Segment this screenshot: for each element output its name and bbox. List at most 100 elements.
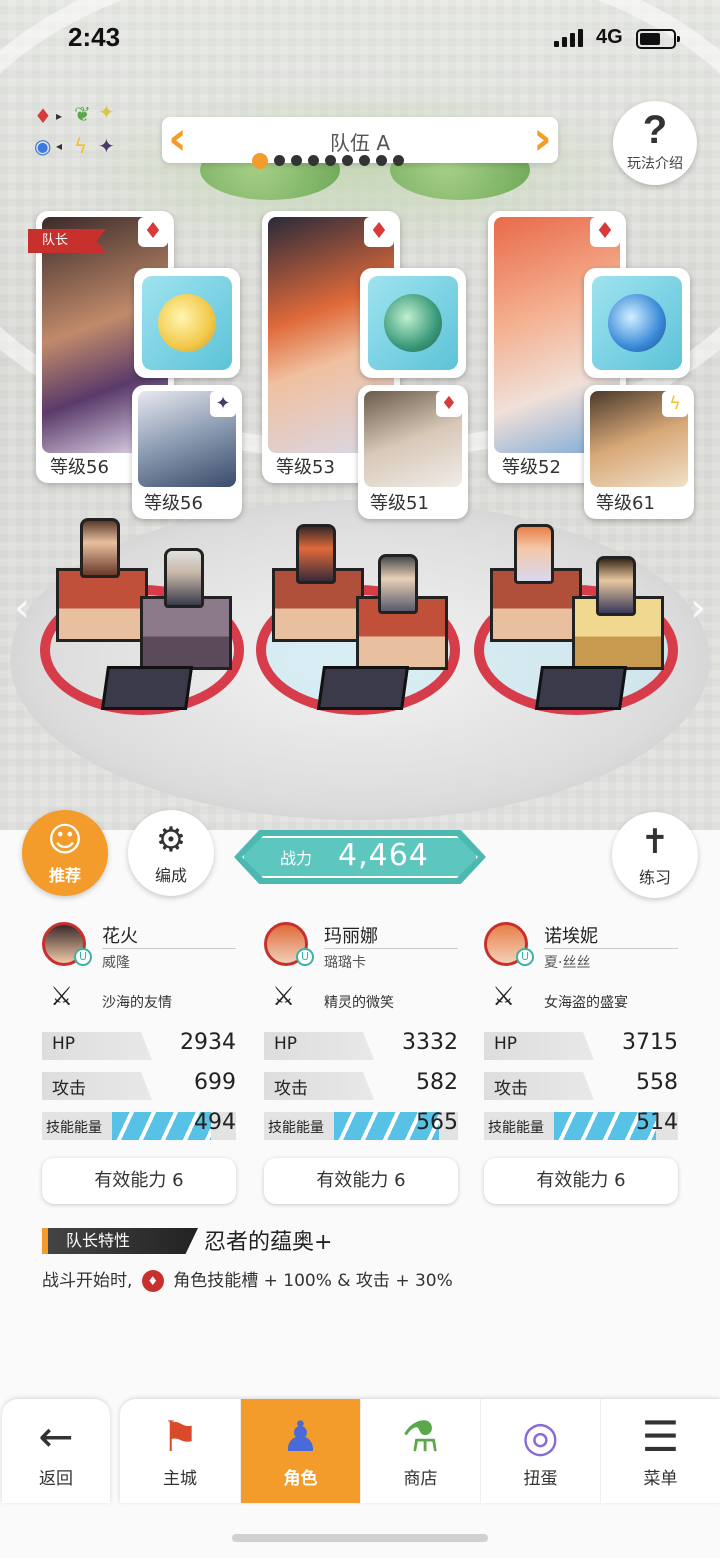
treasure-name: 沙海的友情 (102, 995, 172, 1011)
tab-gacha[interactable]: ◎ 扭蛋 (480, 1399, 600, 1503)
page-dot[interactable] (393, 155, 404, 166)
energy-label: 技能能量 (268, 1120, 324, 1136)
red-gem-icon: ♦ (141, 1270, 164, 1292)
next-team-chevron-icon[interactable]: › (533, 115, 552, 161)
divider (102, 948, 236, 949)
arrow-icon: ◂ (56, 139, 63, 153)
sub-hero-card[interactable]: ϟ 等级61 (584, 385, 694, 519)
energy-value: 494 (194, 1110, 236, 1135)
hp-label: HP (494, 1034, 518, 1054)
treasure-name: 精灵的微笑 (324, 995, 394, 1011)
tab-shop[interactable]: ⚗ 商店 (360, 1399, 480, 1503)
character-icon: ♟ (281, 1412, 320, 1461)
thumbs-up-icon: ☺ (47, 820, 83, 860)
tab-character[interactable]: ♟ 角色 (240, 1399, 360, 1503)
attack-row: 攻击 558 (484, 1070, 678, 1100)
divider (324, 948, 458, 949)
hp-value: 2934 (180, 1030, 236, 1055)
blue-orb-icon: ◉ (34, 134, 52, 158)
leader-trait-label: 队长特性 (42, 1228, 198, 1254)
weapon-icon (592, 276, 682, 370)
attack-value: 699 (194, 1070, 236, 1095)
practice-button[interactable]: ✝ 练习 (612, 812, 698, 898)
red-gem-icon: ♦ (364, 217, 394, 247)
spirit-pedestal[interactable] (316, 666, 410, 710)
weapon-slot[interactable] (360, 268, 466, 378)
sub-hero-name: 夏·丝丝 (544, 955, 591, 971)
shop-icon: ⚗ (401, 1412, 440, 1461)
hero-level: 等级53 (270, 453, 341, 479)
back-button[interactable]: ← 返回 (2, 1399, 110, 1503)
energy-value: 565 (416, 1110, 458, 1135)
attack-value: 582 (416, 1070, 458, 1095)
tab-menu[interactable]: ☰ 菜单 (600, 1399, 720, 1503)
formation-button[interactable]: ⚙ 编成 (128, 810, 214, 896)
hp-value: 3332 (402, 1030, 458, 1055)
tab-label: 主城 (163, 1469, 197, 1489)
lightning-icon: ϟ (74, 134, 88, 158)
page-dot[interactable] (252, 153, 268, 169)
scroll-right-arrow-icon[interactable]: › (690, 585, 706, 631)
treasure-icon: ⚔ (272, 982, 296, 1012)
tab-main-city[interactable]: ⚑ 主城 (120, 1399, 240, 1503)
help-button[interactable]: ? 玩法介绍 (613, 101, 697, 185)
dark-star-icon: ✦ (98, 134, 115, 158)
leader-flag: 队长 (28, 229, 106, 253)
sub-hero-card[interactable]: ♦ 等级51 (358, 385, 468, 519)
trait-desc-prefix: 战斗开始时, (42, 1271, 133, 1291)
home-indicator[interactable] (232, 1534, 488, 1542)
weapon-slot[interactable] (584, 268, 690, 378)
sub-hero-level: 等级51 (370, 493, 429, 514)
red-gem-icon: ♦ (138, 217, 168, 247)
spirit-pedestal[interactable] (100, 666, 194, 710)
page-dot[interactable] (291, 155, 302, 166)
page-dot[interactable] (308, 155, 319, 166)
sub-hero-card[interactable]: ✦ 等级56 (132, 385, 242, 519)
chibi-sprite (296, 524, 336, 584)
red-gem-icon: ♦ (436, 391, 462, 417)
treasure-icon: ⚔ (492, 982, 516, 1012)
effective-ability-button[interactable]: 有效能力 6 (264, 1158, 458, 1204)
weapon-icon (142, 276, 232, 370)
page-dot[interactable] (359, 155, 370, 166)
back-label: 返回 (39, 1469, 73, 1489)
tab-label: 角色 (283, 1469, 318, 1489)
city-icon: ⚑ (161, 1412, 199, 1461)
chibi-sprite (514, 524, 554, 584)
attack-label: 攻击 (494, 1079, 528, 1099)
effective-ability-button[interactable]: 有效能力 6 (484, 1158, 678, 1204)
team-title: 队伍 A (329, 131, 391, 155)
scroll-left-arrow-icon[interactable]: ‹ (14, 585, 30, 631)
signal-icon (554, 29, 583, 47)
weapon-slot[interactable] (134, 268, 240, 378)
element-affinity-chart[interactable]: ♦ ▸ ❦ ✦ ◉ ◂ ϟ ✦ (34, 102, 134, 170)
recommend-button[interactable]: ☺ 推荐 (22, 810, 108, 896)
help-label: 玩法介绍 (627, 156, 683, 172)
hp-row: HP 2934 (42, 1030, 236, 1060)
hero-name: 玛丽娜 (324, 926, 378, 947)
effective-ability-button[interactable]: 有效能力 6 (42, 1158, 236, 1204)
hero-name: 花火 (102, 926, 138, 947)
page-dot[interactable] (342, 155, 353, 166)
page-dot[interactable] (325, 155, 336, 166)
weapon-icon (368, 276, 458, 370)
sub-hero-name: 威隆 (102, 955, 130, 971)
lightning-icon: ϟ (662, 391, 688, 417)
red-gem-icon: ♦ (590, 217, 620, 247)
attack-value: 558 (636, 1070, 678, 1095)
team-page-dots[interactable] (252, 153, 404, 169)
tab-label: 菜单 (643, 1469, 678, 1489)
page-dot[interactable] (274, 155, 285, 166)
training-dummy-icon: ✝ (640, 822, 670, 862)
sub-hero-level: 等级56 (144, 493, 203, 514)
spirit-pedestal[interactable] (534, 666, 628, 710)
leaf-icon: ❦ (74, 102, 91, 126)
hero-level: 等级52 (496, 453, 567, 479)
chibi-sprite (378, 554, 418, 614)
energy-label: 技能能量 (46, 1120, 102, 1136)
page-dot[interactable] (376, 155, 387, 166)
upgrade-badge-icon: U (74, 948, 92, 966)
bottom-nav: ← 返回 ⚑ 主城 ♟ 角色 ⚗ 商店 ◎ 扭蛋 ☰ 菜单 (0, 1395, 720, 1505)
gacha-icon: ◎ (522, 1412, 559, 1461)
power-value: 4,464 (338, 838, 429, 873)
